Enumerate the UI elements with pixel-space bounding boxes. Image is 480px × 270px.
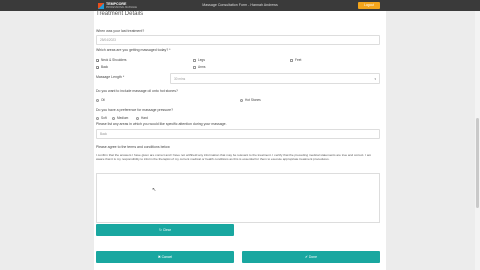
chevron-down-icon: ▾ (374, 77, 376, 81)
clear-button[interactable]: ↻ Clear (96, 224, 234, 236)
area-label: Neck & Shoulders (101, 58, 127, 62)
massage-length-value: 30 mins (174, 77, 186, 81)
area-option[interactable]: Legs (193, 58, 205, 62)
cancel-label: Cancel (161, 255, 173, 259)
checkbox-checked[interactable]: ✓ (96, 58, 100, 62)
oil-option-label: Oil (101, 98, 105, 102)
pressure-option[interactable]: Medium (112, 116, 128, 120)
done-label: Done (308, 255, 317, 259)
area-option[interactable]: Feet (290, 58, 301, 62)
terms-label: Please agree to the terms and conditions… (96, 145, 170, 149)
checkbox[interactable] (193, 58, 196, 62)
radio-selected[interactable] (96, 98, 99, 102)
cancel-button[interactable]: ✖ Cancel (96, 251, 234, 263)
area-label: Legs (198, 58, 205, 62)
radio-selected[interactable] (112, 116, 115, 120)
oil-label: Do you want to include massage oil onto … (96, 89, 178, 93)
area-label: Feet (295, 58, 302, 62)
pressure-label: Do you have a preference for massage pre… (96, 108, 174, 112)
area-label: Arms (198, 65, 206, 69)
oil-option[interactable]: Hot Stones (240, 98, 261, 102)
focus-input[interactable]: Back (96, 129, 380, 139)
area-label: Back (101, 65, 109, 69)
last-treatment-label: When was your last treatment? (96, 29, 145, 33)
done-button[interactable]: ✔ Done (242, 251, 380, 263)
checkbox-checked[interactable]: ✓ (96, 65, 100, 69)
pressure-option-label: Hard (141, 116, 148, 120)
radio[interactable] (136, 116, 139, 120)
logout-button[interactable]: Logout (358, 2, 380, 9)
last-treatment-input[interactable]: 25/04/2023 (96, 35, 380, 45)
area-option[interactable]: ✓ Neck & Shoulders (96, 58, 127, 62)
scrollbar-thumb[interactable] (476, 118, 479, 208)
pressure-option-label: Medium (117, 116, 129, 120)
section-title: Treatment Details (96, 11, 144, 17)
checkbox[interactable] (290, 58, 293, 62)
checkbox[interactable] (193, 65, 196, 69)
page-title: Massage Consultation Form - Hannah Andre… (202, 3, 278, 7)
massage-length-select[interactable]: 30 mins ▾ (170, 73, 380, 84)
area-option[interactable]: Arms (193, 65, 205, 69)
pressure-option[interactable]: Hard (136, 116, 148, 120)
oil-option[interactable]: Oil (96, 98, 105, 102)
terms-text: I confirm that the answers I have given … (96, 153, 372, 162)
pressure-option-label: Soft (101, 116, 107, 120)
focus-label: Please list any areas in which you would… (96, 122, 227, 126)
mouse-cursor-icon: ↖ (152, 187, 157, 193)
signature-pad[interactable] (96, 173, 380, 223)
oil-option-label: Hot Stones (245, 98, 261, 102)
clear-label: Clear (162, 228, 171, 232)
massage-length-label: Massage Length * (96, 75, 125, 79)
pressure-option[interactable]: Soft (96, 116, 107, 120)
area-option[interactable]: ✓ Back (96, 65, 108, 69)
radio[interactable] (240, 98, 243, 102)
radio[interactable] (96, 116, 99, 120)
areas-label: Which areas are you getting massaged tod… (96, 48, 171, 52)
